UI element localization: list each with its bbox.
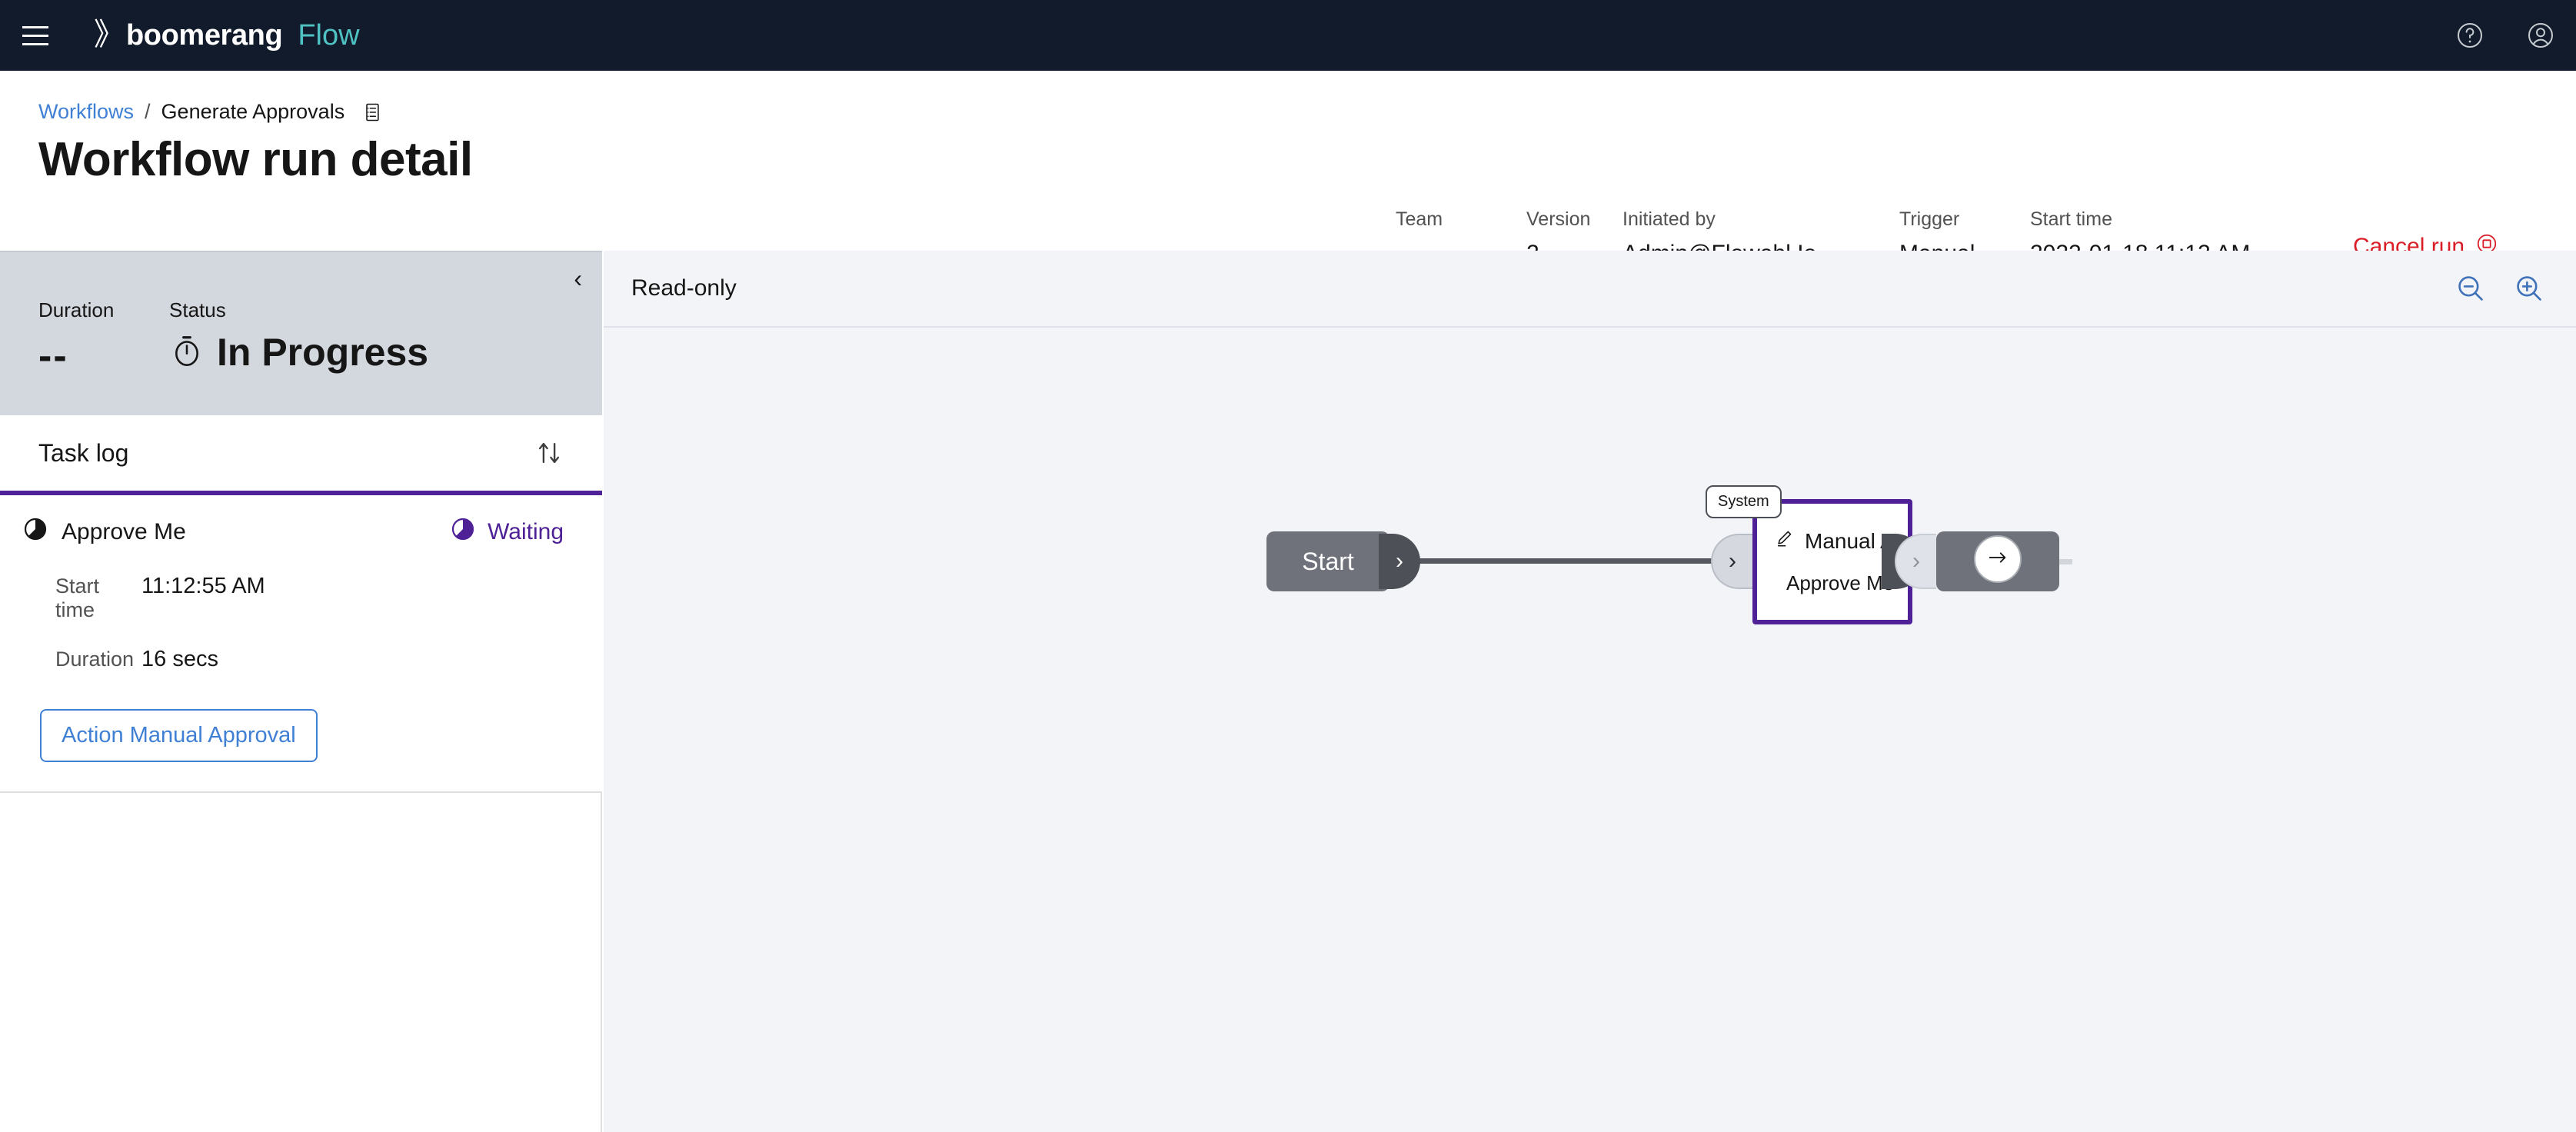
brand-logo[interactable]: 》 boomerang Flow (94, 19, 360, 52)
edge-arrow-button[interactable] (1974, 535, 2022, 583)
meta-version-label: Version (1526, 208, 1591, 230)
edge-start-to-approval (1417, 558, 1717, 564)
status-badge: In Progress (169, 330, 428, 375)
task-status-label: Waiting (488, 519, 564, 544)
page-header: Workflows / Generate Approvals Workflow … (0, 71, 2576, 266)
zoom-controls (2455, 272, 2545, 305)
run-duration-field: Duration -- (38, 298, 169, 379)
task-log-item: Approve Me Waiting Start time 11:12:55 A… (0, 495, 602, 793)
breadcrumb-separator: / (145, 100, 151, 123)
meta-trigger-label: Trigger (1899, 208, 1960, 230)
task-log-title: Task log (38, 438, 129, 467)
canvas-mode-label: Read-only (631, 275, 737, 301)
sort-arrows-icon[interactable] (534, 438, 564, 468)
run-status-field: Status In Progress (169, 298, 428, 379)
task-duration-label: Duration (55, 648, 135, 671)
task-start-time-value: 11:12:55 AM (141, 574, 265, 598)
hamburger-line (22, 25, 48, 28)
chevron-right-icon: › (1396, 548, 1403, 574)
start-output-port[interactable]: › (1379, 534, 1420, 589)
task-name: Approve Me (23, 517, 186, 548)
task-status-badge: Waiting (451, 517, 564, 548)
user-avatar-icon[interactable] (2505, 0, 2576, 71)
breadcrumb: Workflows / Generate Approvals (38, 100, 383, 124)
hamburger-menu-icon[interactable] (0, 0, 71, 71)
task-start-time: Start time 11:12:55 AM (55, 574, 602, 622)
canvas-toolbar: Read-only (604, 251, 2576, 328)
sidebar-collapse-icon[interactable]: ‹ (574, 266, 582, 291)
run-duration-label: Duration (38, 298, 115, 321)
status-fields: Duration -- Status In Progress (38, 298, 428, 379)
task-start-time-label: Start time (55, 574, 100, 621)
node-start-label: Start (1302, 547, 1354, 575)
node-manual-approval-subtitle: Approve Me (1786, 571, 1895, 594)
task-name-label: Approve Me (62, 519, 186, 544)
chevron-right-icon: › (1729, 548, 1736, 574)
workflow-diagram[interactable]: Start › › Manual Approval (604, 328, 2576, 1130)
task-log-item-header[interactable]: Approve Me Waiting (0, 495, 602, 548)
chevron-right-icon: › (1912, 548, 1920, 574)
app-root: 》 boomerang Flow Workflows / Generate Ap… (0, 0, 2576, 1132)
task-log-divider (0, 791, 602, 793)
task-details: Start time 11:12:55 AM Duration 16 secs (0, 548, 602, 672)
hamburger-line (22, 42, 48, 45)
pie-progress-icon (451, 517, 475, 548)
meta-team-label: Team (1396, 208, 1443, 230)
arrow-right-icon (1986, 546, 2009, 573)
hamburger-line (22, 34, 48, 37)
pie-progress-icon (23, 517, 48, 548)
task-duration: Duration 16 secs (55, 647, 602, 672)
task-duration-value: 16 secs (141, 647, 218, 671)
stopwatch-icon (169, 333, 205, 372)
zoom-out-icon[interactable] (2455, 272, 2487, 305)
meta-initiated-by-label: Initiated by (1622, 208, 1716, 230)
brand-product-name: Flow (298, 18, 360, 52)
run-status-label: Status (169, 298, 226, 321)
brand-name: boomerang (126, 18, 283, 52)
pencil-edit-icon (1774, 528, 1794, 554)
node-system-tag: System (1706, 485, 1782, 518)
zoom-in-icon[interactable] (2513, 272, 2545, 305)
run-status-panel: ‹ Duration -- Status In Progress (0, 251, 602, 415)
top-navigation-bar: 》 boomerang Flow (0, 0, 2576, 71)
action-manual-approval-button[interactable]: Action Manual Approval (40, 709, 318, 762)
document-list-icon[interactable] (361, 102, 383, 123)
help-icon[interactable] (2435, 0, 2505, 71)
run-status-value: In Progress (217, 331, 429, 374)
top-bar-actions (2435, 0, 2576, 71)
approval-input-port[interactable]: › (1711, 534, 1752, 589)
run-duration-value: -- (38, 334, 68, 378)
page-title: Workflow run detail (38, 133, 473, 186)
node-start[interactable]: Start (1266, 531, 1390, 591)
run-sidebar: ‹ Duration -- Status In Progress Task lo… (0, 251, 602, 1132)
workflow-canvas-area: Read-only Start › › Manual Approve Me Sy… (604, 251, 2576, 1132)
breadcrumb-link-workflows[interactable]: Workflows (38, 100, 134, 124)
breadcrumb-current-generate-approvals: Generate Approvals (161, 100, 345, 123)
brand-chevron-icon: 》 (94, 17, 125, 52)
meta-start-time-label: Start time (2030, 208, 2112, 230)
task-log-header: Task log (0, 415, 602, 495)
